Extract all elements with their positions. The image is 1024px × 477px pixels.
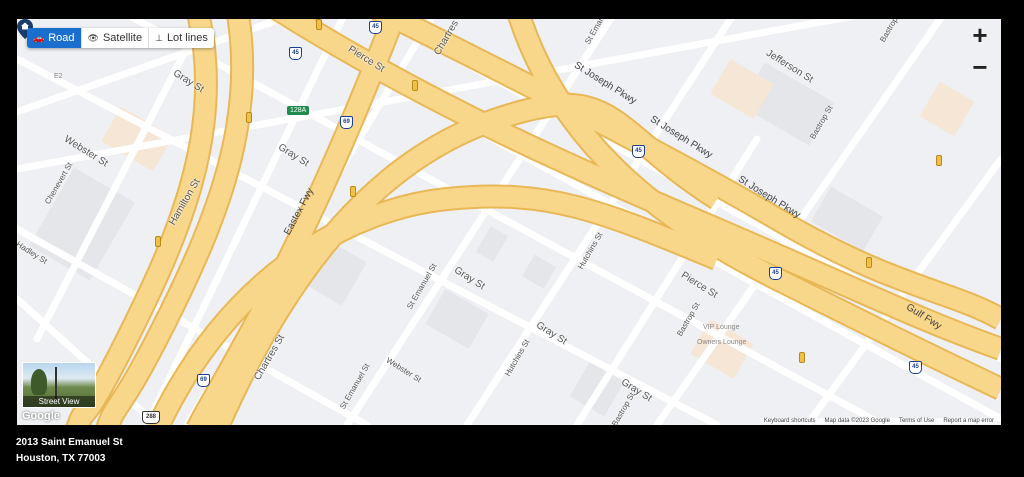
map-type-lot-lines-label: Lot lines [166, 32, 208, 44]
map-type-lot-lines-button[interactable]: ⊥ Lot lines [149, 28, 214, 48]
interstate-45-shield-icon: 45 [909, 361, 922, 374]
traffic-signal-icon [316, 19, 322, 30]
map-type-control: 🚗 Road 👁 Satellite ⊥ Lot lines [27, 28, 214, 48]
map-canvas[interactable]: Gray St Gray St Gray St Gray St Gray St … [17, 19, 1001, 425]
place-label-owners-lounge: Owners Lounge [697, 339, 747, 346]
map-type-road-button[interactable]: 🚗 Road [27, 28, 82, 48]
street-view-tree-image [31, 369, 47, 395]
map-type-road-label: Road [48, 32, 75, 44]
traffic-signal-icon [246, 112, 252, 123]
eye-icon: 👁 [87, 32, 99, 43]
exit-128a-badge: 128A [287, 106, 310, 115]
street-view-thumbnail[interactable]: Street View [22, 362, 96, 408]
address-line-1: 2013 Saint Emanuel St [16, 437, 123, 448]
keyboard-shortcuts-link[interactable]: Keyboard shortcuts [764, 418, 816, 424]
map-type-satellite-label: Satellite [102, 32, 143, 44]
terms-of-use-link[interactable]: Terms of Use [899, 418, 934, 424]
interstate-45-shield-icon: 45 [369, 21, 382, 34]
lot-lines-icon: ⊥ [155, 32, 163, 43]
car-icon: 🚗 [33, 32, 45, 43]
us-288-shield-icon: 288 [142, 411, 160, 424]
interstate-69-shield-icon: 69 [197, 374, 210, 387]
traffic-signal-icon [155, 236, 161, 247]
place-label-e2: E2 [54, 73, 63, 80]
map-data-text: Map data ©2023 Google [824, 418, 890, 424]
zoom-out-button[interactable]: − [967, 54, 993, 81]
street-view-label: Street View [23, 396, 95, 407]
address-line-2: Houston, TX 77003 [16, 453, 106, 464]
map-attribution: Keyboard shortcuts Map data ©2023 Google… [760, 418, 997, 424]
map-type-satellite-button[interactable]: 👁 Satellite [82, 28, 150, 48]
traffic-signal-icon [799, 352, 805, 363]
traffic-signal-icon [866, 257, 872, 268]
interstate-45-shield-icon: 45 [632, 145, 645, 158]
traffic-signal-icon [936, 155, 942, 166]
traffic-signal-icon [350, 186, 356, 197]
report-map-error-link[interactable]: Report a map error [943, 418, 994, 424]
place-label-vip-lounge: VIP Lounge [703, 324, 740, 331]
interstate-45-shield-icon: 45 [769, 267, 782, 280]
google-logo: Google [22, 410, 60, 422]
property-address: 2013 Saint Emanuel St Houston, TX 77003 [16, 435, 123, 467]
interstate-45-shield-icon: 45 [289, 47, 302, 60]
interstate-69-shield-icon: 69 [340, 116, 353, 129]
zoom-in-button[interactable]: + [967, 22, 993, 49]
traffic-signal-icon [412, 80, 418, 91]
